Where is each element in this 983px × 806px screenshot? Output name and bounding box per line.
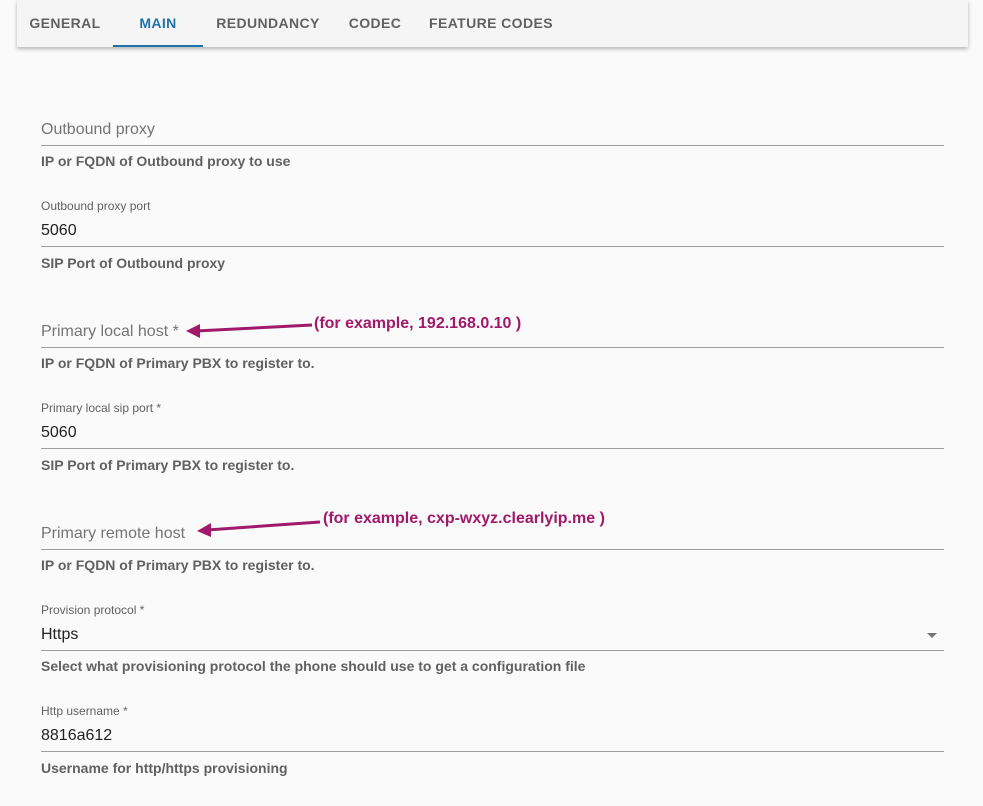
arrow-icon-local-host [186, 323, 313, 338]
annotation-local-host-example: (for example, 192.168.0.10 ) [314, 315, 522, 332]
annotation-remote-host-example: (for example, cxp-wxyz.clearlyip.me ) [323, 510, 605, 527]
arrow-icon-remote-host [197, 520, 321, 537]
annotation-arrows [186, 323, 321, 537]
